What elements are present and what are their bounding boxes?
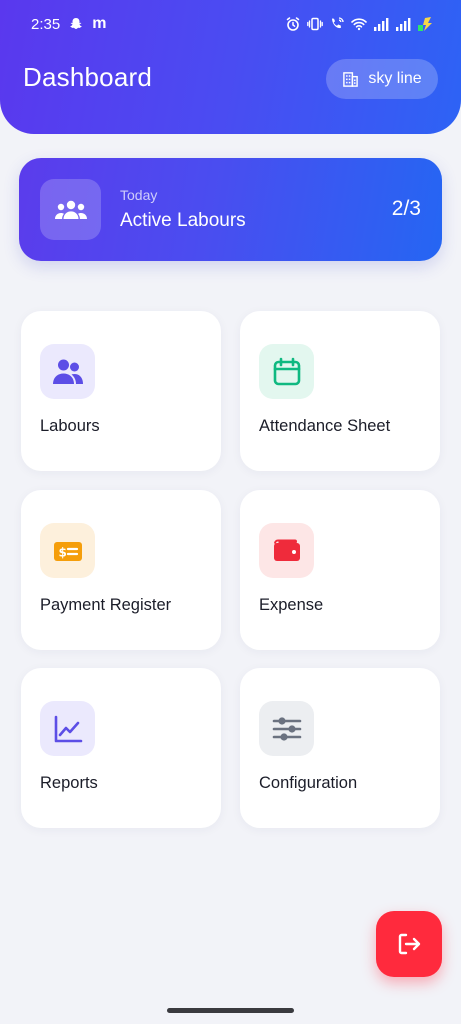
reports-label: Reports: [40, 774, 98, 792]
status-bar-right: [285, 12, 433, 36]
calendar-icon: [273, 357, 300, 385]
status-time: 2:35: [31, 15, 61, 33]
reports-tile[interactable]: Reports: [21, 668, 221, 828]
logout-button[interactable]: [376, 911, 442, 977]
status-bar: 2:35 m: [0, 12, 461, 36]
payment-register-label: Payment Register: [40, 596, 172, 614]
snapchat-icon: [68, 16, 84, 32]
payment-icon: $: [53, 541, 82, 561]
attendance-icon-box: [259, 344, 314, 399]
attendance-sheet-label: Attendance Sheet: [259, 417, 391, 435]
group-icon: [54, 200, 87, 219]
wallet-icon: [273, 539, 300, 561]
payment-register-tile[interactable]: $ Payment Register: [21, 490, 221, 650]
active-labours-count: 2/3: [391, 197, 421, 220]
expense-icon-box: [259, 523, 314, 578]
page-title: Dashboard: [23, 62, 152, 92]
signal-icon: [373, 16, 389, 32]
configuration-tile[interactable]: Configuration: [240, 668, 440, 828]
labours-icon-box: [40, 344, 95, 399]
expense-label: Expense: [259, 596, 324, 614]
dashboard-screen: 2:35 m Dashboard sky line Today Active L…: [0, 0, 461, 1024]
users-icon: [52, 359, 83, 384]
attendance-sheet-tile[interactable]: Attendance Sheet: [240, 311, 440, 471]
active-labours-icon-box: [40, 179, 101, 240]
active-labours-title: Active Labours: [120, 210, 246, 231]
home-indicator[interactable]: [167, 1008, 294, 1013]
configuration-label: Configuration: [259, 774, 358, 792]
alarm-icon: [285, 16, 301, 32]
expense-tile[interactable]: Expense: [240, 490, 440, 650]
battery-charging-icon: [417, 16, 433, 32]
building-icon: [343, 71, 359, 87]
carrier-glyph: m: [92, 15, 107, 32]
site-chip-label: sky line: [368, 70, 422, 87]
labours-label: Labours: [40, 417, 100, 435]
logout-icon: [398, 933, 421, 955]
chart-line-icon: [54, 715, 82, 742]
site-selector-button[interactable]: sky line: [326, 59, 438, 99]
vibrate-icon: [307, 16, 323, 32]
signal-icon-2: [395, 16, 411, 32]
status-bar-left: 2:35 m: [31, 12, 106, 36]
active-labours-card[interactable]: Today Active Labours 2/3: [19, 158, 442, 261]
payment-icon-box: $: [40, 523, 95, 578]
labours-tile[interactable]: Labours: [21, 311, 221, 471]
svg-text:$: $: [58, 545, 66, 559]
wifi-icon: [351, 16, 367, 32]
reports-icon-box: [40, 701, 95, 756]
header: 2:35 m Dashboard sky line: [0, 0, 461, 134]
sliders-icon: [272, 716, 301, 741]
active-labours-caption: Today: [120, 187, 158, 203]
configuration-icon-box: [259, 701, 314, 756]
wifi-calling-icon: [329, 16, 345, 32]
